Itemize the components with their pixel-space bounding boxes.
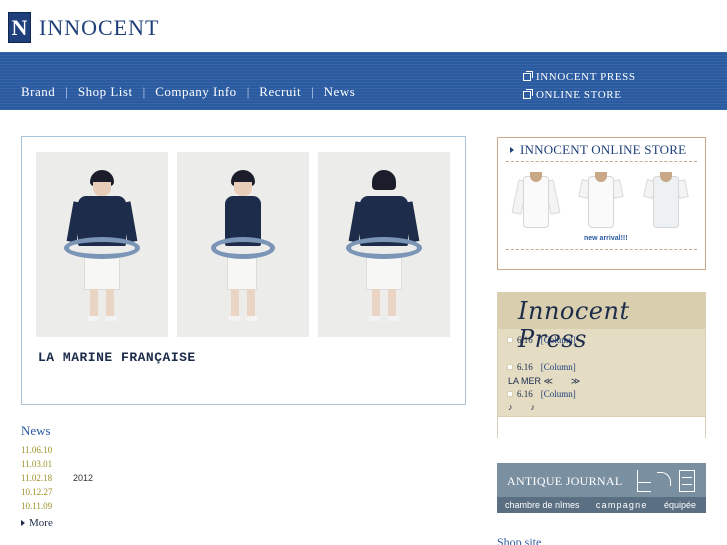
news-more-link[interactable]: More	[21, 517, 53, 529]
nav-online-store[interactable]: ONLINE STORE	[523, 86, 636, 104]
nav-recruit[interactable]: Recruit	[259, 84, 301, 100]
shop-site-heading: Shop site	[497, 535, 542, 545]
feature-photo-back	[318, 152, 450, 337]
nav-separator: |	[246, 84, 250, 99]
nav-separator: |	[65, 84, 68, 99]
feature-panel[interactable]: LA MARINE FRANÇAISE	[21, 136, 466, 405]
feature-title: LA MARINE FRANÇAISE	[38, 350, 196, 365]
innocent-press-box: Innocent Press 6.16 [Column] 6.16 [Colum…	[497, 292, 706, 438]
nav-shop-list[interactable]: Shop List	[78, 84, 133, 100]
press-item[interactable]: 6.16 [Column]	[507, 389, 576, 399]
new-arrival-label: new arrival!!!	[584, 235, 628, 242]
news-date: 10.11.09	[21, 501, 53, 511]
news-date: 11.06.10	[21, 445, 53, 455]
divider	[506, 249, 697, 250]
news-text: 2012	[73, 473, 94, 483]
bullet-icon	[507, 364, 513, 370]
logo-mark-icon: N	[8, 12, 31, 43]
press-item[interactable]: 6.16 [Column]	[507, 362, 576, 372]
product-thumbnail[interactable]	[643, 170, 689, 232]
nav-brand[interactable]: Brand	[21, 84, 55, 100]
nav-external-links: INNOCENT PRESS ONLINE STORE	[523, 68, 636, 104]
product-thumbnail[interactable]	[511, 170, 561, 232]
hook-icon	[657, 472, 671, 486]
external-link-icon	[523, 71, 533, 81]
triangle-right-icon	[510, 147, 514, 153]
logo-text: INNOCENT	[39, 14, 160, 40]
news-item[interactable]: 11.06.10	[21, 443, 93, 457]
news-date: 10.12.27	[21, 487, 53, 497]
feature-photo-front	[36, 152, 168, 337]
nav-separator: |	[311, 84, 314, 99]
news-heading: News	[21, 423, 51, 438]
press-item-sub: LA MER ≪ ≫	[508, 376, 581, 386]
news-item[interactable]: 11.03.01	[21, 457, 93, 471]
subbrand-campagne: campagne	[595, 500, 648, 510]
triangle-right-icon	[21, 520, 25, 526]
news-item[interactable]: 10.12.27	[21, 485, 93, 499]
online-store-title: INNOCENT ONLINE STORE	[510, 142, 686, 158]
bullet-icon	[507, 391, 513, 397]
press-item-sub: ♪ ♪	[508, 402, 536, 412]
subbrand-chambre: chambre de nîmes	[505, 500, 580, 510]
double-arrow-icon: ▸▸	[656, 36, 666, 46]
news-item[interactable]: 11.02.18 2012	[21, 471, 93, 485]
nav-company-info[interactable]: Company Info	[155, 84, 236, 100]
online-store-box[interactable]: INNOCENT ONLINE STORE new arrival!!!	[497, 137, 706, 270]
antique-journal-subbrands: chambre de nîmes campagne équipée	[497, 497, 706, 513]
logo[interactable]: N INNOCENT	[8, 12, 159, 43]
external-link-icon	[523, 89, 533, 99]
press-header[interactable]: Innocent Press	[498, 293, 705, 353]
news-item[interactable]: 10.11.09	[21, 499, 93, 513]
product-thumbnail[interactable]	[578, 170, 624, 232]
chair-icon	[637, 470, 651, 492]
bullet-icon	[507, 337, 513, 343]
main-navbar: Brand | Shop List | Company Info | Recru…	[0, 52, 727, 110]
news-date: 11.03.01	[21, 459, 53, 469]
feature-photo-side	[177, 152, 309, 337]
nav-news[interactable]: News	[324, 84, 356, 100]
subbrand-equipee: équipée	[663, 500, 696, 510]
antique-journal-banner[interactable]: ANTIQUE JOURNAL chambre de nîmes campagn…	[497, 463, 706, 513]
nav-links: Brand | Shop List | Company Info | Recru…	[21, 84, 355, 100]
news-list: 11.06.10 11.03.01 11.02.18 2012 10.12.27…	[21, 443, 93, 513]
news-date: 11.02.18	[21, 473, 53, 483]
nav-innocent-press[interactable]: INNOCENT PRESS	[523, 68, 636, 86]
divider	[506, 161, 697, 162]
english-link[interactable]: ▸▸ ENGLISH	[656, 36, 710, 46]
press-item[interactable]: 6.16 [Column]	[507, 335, 576, 345]
nav-separator: |	[142, 84, 146, 99]
antique-journal-title: ANTIQUE JOURNAL	[507, 474, 623, 488]
cabinet-icon	[679, 470, 695, 492]
press-footer	[498, 416, 705, 438]
